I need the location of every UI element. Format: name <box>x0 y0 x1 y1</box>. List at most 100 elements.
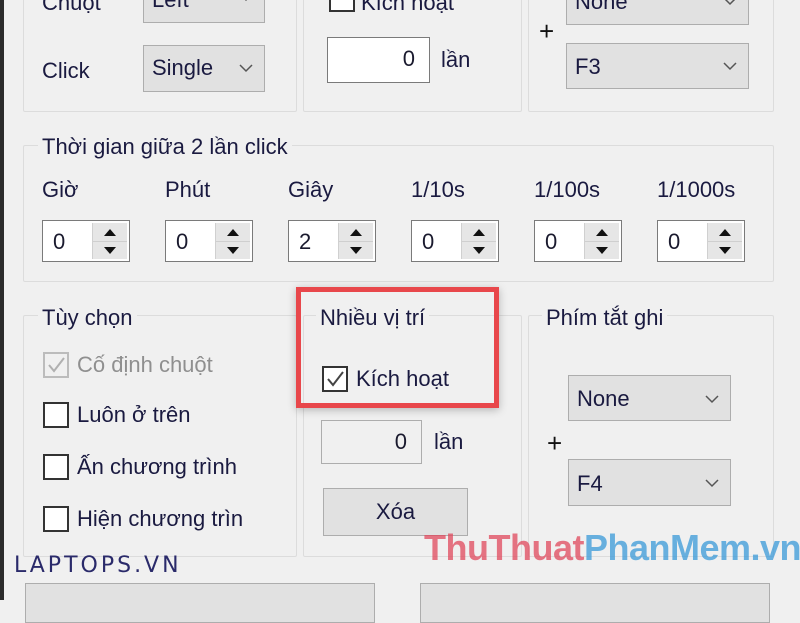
spinner-down-button[interactable] <box>462 241 496 259</box>
option-checkbox[interactable] <box>43 506 69 532</box>
option-checkbox[interactable] <box>43 402 69 428</box>
record-key-select[interactable]: F4 <box>568 459 731 506</box>
repeat-count-input[interactable]: 0 <box>327 37 430 83</box>
spinner-up-button[interactable] <box>339 223 373 242</box>
spinner-up-button[interactable] <box>585 223 619 242</box>
clear-positions-label: Xóa <box>375 499 416 524</box>
arrow-up-icon <box>473 228 485 236</box>
hotkey-plus: + <box>539 16 555 46</box>
repeat-activate-checkbox[interactable] <box>329 0 355 12</box>
click-type-label: Click <box>42 58 90 83</box>
spinner-down-button[interactable] <box>585 241 619 259</box>
interval-field-label: Giây <box>288 177 334 202</box>
spinner-up-button[interactable] <box>708 223 742 242</box>
spinner-buttons <box>92 223 127 259</box>
chevron-down-icon <box>724 0 736 6</box>
chevron-down-icon <box>244 0 248 2</box>
interval-spinner-value[interactable]: 0 <box>668 229 680 255</box>
interval-spinner[interactable]: 0 <box>42 220 130 262</box>
spinner-down-button[interactable] <box>708 241 742 259</box>
hotkey-modifier-value: None <box>575 0 628 14</box>
arrow-up-icon <box>719 228 731 236</box>
option-checkbox <box>43 352 69 378</box>
interval-spinner-value[interactable]: 0 <box>422 229 434 255</box>
arrow-down-icon <box>719 246 731 254</box>
site-watermark: ThuThuatPhanMem.vn <box>424 527 800 569</box>
bottom-left-button[interactable] <box>25 583 375 623</box>
hotkey-modifier-select[interactable]: None <box>566 0 749 25</box>
option-label: Ấn chương trình <box>77 454 238 479</box>
interval-field-label: Phút <box>165 177 211 202</box>
spinner-up-button[interactable] <box>216 223 250 242</box>
record-plus: + <box>547 428 563 458</box>
mouse-button-value: Left <box>152 0 189 13</box>
site-watermark-part1: ThuThuat <box>424 527 584 568</box>
option-label: Cố định chuột <box>77 352 213 377</box>
chevron-down-icon <box>705 479 719 488</box>
interval-spinner[interactable]: 0 <box>657 220 745 262</box>
interval-spinner-value[interactable]: 0 <box>53 229 65 255</box>
arrow-down-icon <box>227 246 239 254</box>
record-modifier-select[interactable]: None <box>568 375 731 421</box>
arrow-up-icon <box>596 228 608 236</box>
interval-field-label: 1/1000s <box>657 177 736 202</box>
click-type-value: Single <box>152 55 214 80</box>
arrow-down-icon <box>473 246 485 254</box>
arrow-down-icon <box>104 246 116 254</box>
window-left-edge <box>0 0 4 600</box>
chevron-down-icon <box>239 64 253 73</box>
interval-spinner[interactable]: 0 <box>165 220 253 262</box>
click-type-select[interactable]: Single <box>143 45 265 92</box>
arrow-up-icon <box>104 228 116 236</box>
option-checkbox[interactable] <box>43 454 69 480</box>
interval-spinner-value[interactable]: 0 <box>545 229 557 255</box>
interval-field-label: 1/10s <box>411 177 465 202</box>
spinner-up-button[interactable] <box>93 223 127 242</box>
spinner-buttons <box>707 223 742 259</box>
mouse-button-select[interactable]: Left <box>143 0 265 23</box>
multi-position-count-value: 0 <box>394 429 407 454</box>
spinner-buttons <box>338 223 373 259</box>
checkmark-icon <box>48 357 65 373</box>
spinner-buttons <box>584 223 619 259</box>
repeat-count-unit: lần <box>441 47 471 72</box>
spinner-buttons <box>215 223 250 259</box>
repeat-activate-label: Kích hoạt <box>361 0 454 15</box>
repeat-count-value: 0 <box>402 46 415 71</box>
record-key-value: F4 <box>577 471 603 496</box>
hotkey-key-value: F3 <box>575 54 601 79</box>
options-title: Tùy chọn <box>38 305 137 331</box>
option-label: Hiện chương trìn <box>77 506 244 531</box>
spinner-up-button[interactable] <box>462 223 496 242</box>
hotkey-key-select[interactable]: F3 <box>566 43 749 89</box>
chevron-down-icon <box>723 62 737 71</box>
interval-spinner-value[interactable]: 2 <box>299 229 311 255</box>
arrow-down-icon <box>596 246 608 254</box>
spinner-buttons <box>461 223 496 259</box>
arrow-up-icon <box>350 228 362 236</box>
arrow-down-icon <box>350 246 362 254</box>
multi-position-count-input[interactable]: 0 <box>321 420 422 464</box>
interval-title: Thời gian giữa 2 lần click <box>38 134 292 160</box>
bottom-right-button[interactable] <box>420 583 770 623</box>
multi-position-count-unit: lần <box>434 429 464 454</box>
interval-spinner[interactable]: 2 <box>288 220 376 262</box>
interval-field-label: Giờ <box>42 177 79 202</box>
interval-spinner-value[interactable]: 0 <box>176 229 188 255</box>
record-hotkey-title: Phím tắt ghi <box>542 305 668 331</box>
interval-field-label: 1/100s <box>534 177 601 202</box>
spinner-down-button[interactable] <box>93 241 127 259</box>
interval-spinner[interactable]: 0 <box>411 220 499 262</box>
record-modifier-value: None <box>577 386 630 411</box>
laptops-watermark: LAPTOPS.VN <box>14 553 182 578</box>
spinner-down-button[interactable] <box>339 241 373 259</box>
spinner-down-button[interactable] <box>216 241 250 259</box>
option-label: Luôn ở trên <box>77 402 191 427</box>
highlight-box <box>296 287 499 408</box>
arrow-up-icon <box>227 228 239 236</box>
chevron-down-icon <box>705 395 719 404</box>
record-hotkey-group <box>528 315 774 557</box>
mouse-button-label: Chuột <box>42 0 101 15</box>
site-watermark-part2: PhanMem.vn <box>583 527 800 568</box>
interval-spinner[interactable]: 0 <box>534 220 622 262</box>
